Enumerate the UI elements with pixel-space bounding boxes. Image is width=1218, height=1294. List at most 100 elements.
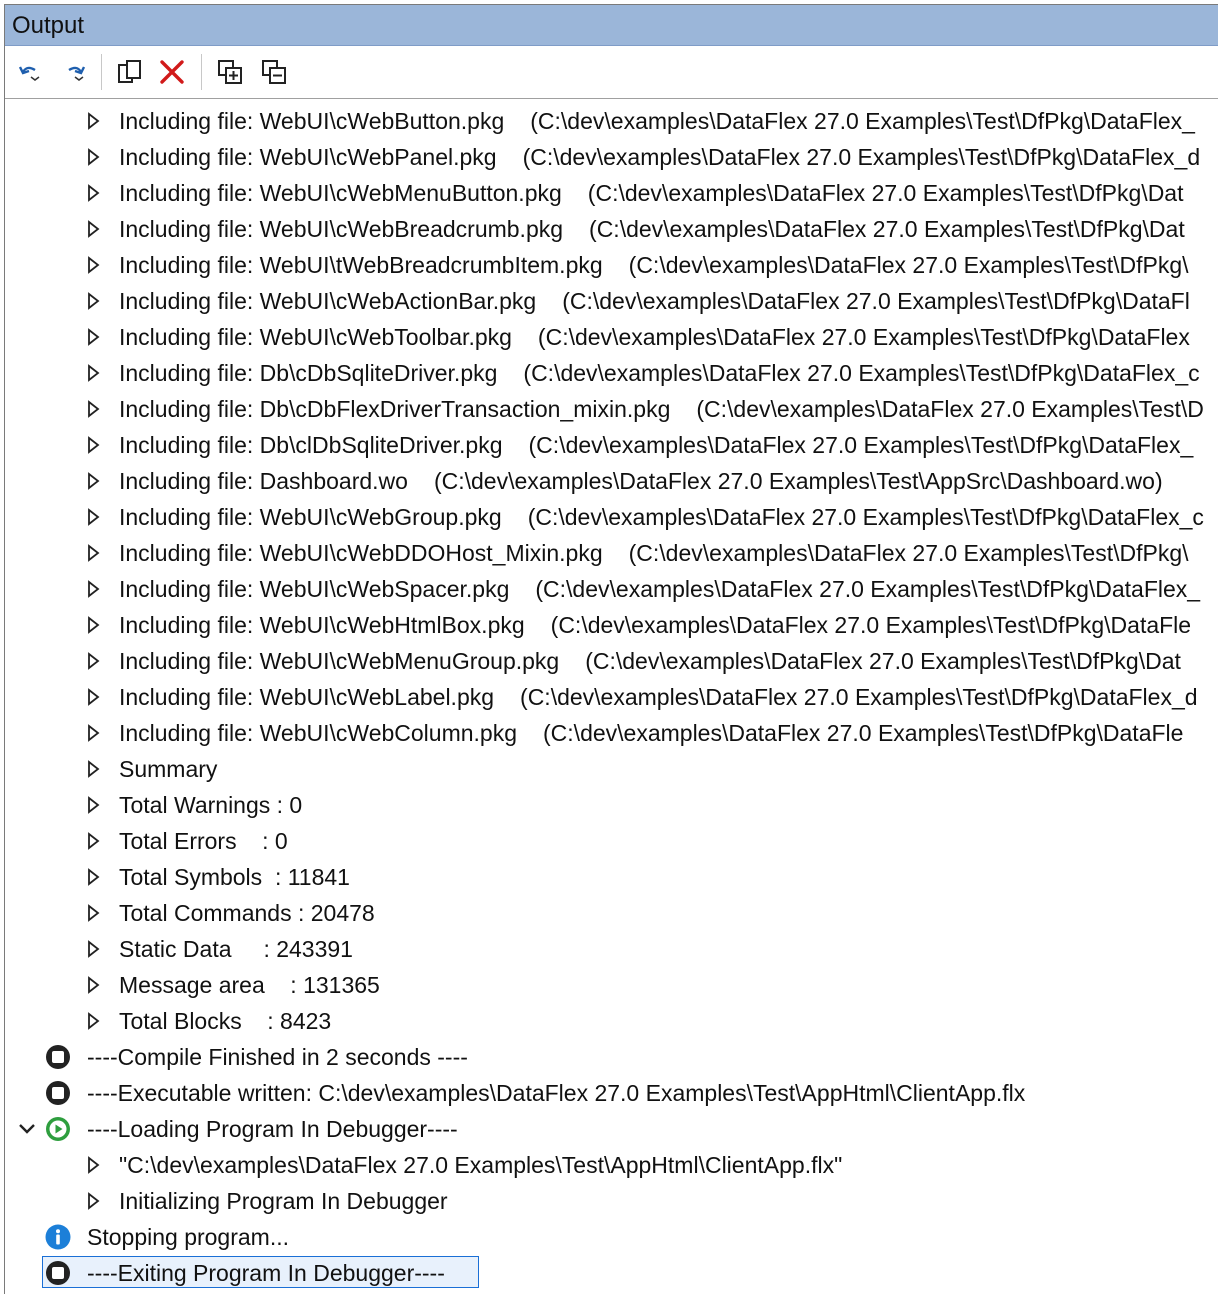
include-label: Including file: Db\clDbSqliteDriver.pkg bbox=[119, 432, 503, 458]
expand-triangle-icon[interactable] bbox=[83, 255, 103, 275]
include-text: Including file: Dashboard.wo (C:\dev\exam… bbox=[119, 463, 1163, 499]
include-label: Including file: WebUI\tWebBreadcrumbItem… bbox=[119, 252, 603, 278]
include-path: (C:\dev\examples\DataFlex 27.0 Examples\… bbox=[528, 432, 1194, 458]
copy-button[interactable] bbox=[113, 55, 147, 89]
include-text: Including file: WebUI\cWebPanel.pkg (C:\d… bbox=[119, 139, 1200, 175]
expand-triangle-icon[interactable] bbox=[83, 795, 103, 815]
loading-child-text: "C:\dev\examples\DataFlex 27.0 Examples\… bbox=[119, 1152, 843, 1178]
include-label: Including file: WebUI\cWebBreadcrumb.pkg bbox=[119, 216, 564, 242]
toolbar-separator bbox=[201, 54, 202, 90]
include-text: Including file: WebUI\cWebMenuGroup.pkg (… bbox=[119, 643, 1181, 679]
include-path: (C:\dev\examples\DataFlex 27.0 Examples\… bbox=[537, 324, 1190, 350]
status-text: Stopping program... bbox=[87, 1224, 290, 1250]
expand-all-button[interactable] bbox=[213, 55, 247, 89]
loading-child-text: Initializing Program In Debugger bbox=[119, 1188, 448, 1214]
include-text: Including file: WebUI\cWebMenuButton.pkg… bbox=[119, 175, 1183, 211]
include-label: Including file: WebUI\cWebMenuButton.pkg bbox=[119, 180, 562, 206]
panel-header: Output bbox=[5, 5, 1218, 46]
summary-text: Static Data : 243391 bbox=[119, 936, 353, 962]
include-text: Including file: Db\clDbSqliteDriver.pkg (… bbox=[119, 427, 1193, 463]
expand-triangle-icon[interactable] bbox=[83, 867, 103, 887]
expand-triangle-icon[interactable] bbox=[83, 435, 103, 455]
include-label: Including file: WebUI\cWebDDOHost_Mixin.… bbox=[119, 540, 603, 566]
expand-triangle-icon[interactable] bbox=[83, 363, 103, 383]
include-label: Including file: WebUI\cWebHtmlBox.pkg bbox=[119, 612, 525, 638]
include-path: (C:\dev\examples\DataFlex 27.0 Examples\… bbox=[523, 360, 1200, 386]
include-label: Including file: Dashboard.wo bbox=[119, 468, 408, 494]
summary-text: Total Symbols : 11841 bbox=[119, 864, 350, 890]
redo-arrow-button[interactable] bbox=[57, 55, 91, 89]
expand-triangle-icon[interactable] bbox=[83, 147, 103, 167]
include-label: Including file: WebUI\cWebColumn.pkg bbox=[119, 720, 518, 746]
expand-all-icon bbox=[218, 60, 242, 84]
include-text: Including file: Db\cDbSqliteDriver.pkg (C… bbox=[119, 355, 1200, 391]
include-text: Including file: WebUI\cWebActionBar.pkg (… bbox=[119, 283, 1190, 319]
expand-triangle-icon[interactable] bbox=[83, 579, 103, 599]
include-text: Including file: WebUI\cWebBreadcrumb.pkg… bbox=[119, 211, 1185, 247]
expand-triangle-icon[interactable] bbox=[83, 903, 103, 923]
include-path: (C:\dev\examples\DataFlex 27.0 Examples\… bbox=[696, 396, 1204, 422]
panel-title: Output bbox=[12, 12, 85, 39]
include-text: Including file: WebUI\cWebToolbar.pkg (C:… bbox=[119, 319, 1190, 355]
output-tree: Including file: WebUI\cWebButton.pkg (C:\… bbox=[5, 99, 1218, 1294]
include-text: Including file: WebUI\cWebColumn.pkg (C:\… bbox=[119, 715, 1183, 751]
expand-triangle-icon[interactable] bbox=[83, 759, 103, 779]
summary-text: Message area : 131365 bbox=[119, 972, 380, 998]
include-path: (C:\dev\examples\DataFlex 27.0 Examples\… bbox=[433, 468, 1163, 494]
expand-triangle-icon[interactable] bbox=[83, 543, 103, 563]
toolbar-separator bbox=[101, 54, 102, 90]
include-label: Including file: WebUI\cWebGroup.pkg bbox=[119, 504, 502, 530]
include-path: (C:\dev\examples\DataFlex 27.0 Examples\… bbox=[535, 576, 1201, 602]
include-text: Including file: WebUI\cWebDDOHost_Mixin.… bbox=[119, 535, 1189, 571]
include-path: (C:\dev\examples\DataFlex 27.0 Examples\… bbox=[550, 612, 1192, 638]
expand-triangle-icon[interactable] bbox=[83, 975, 103, 995]
include-path: (C:\dev\examples\DataFlex 27.0 Examples\… bbox=[585, 648, 1181, 674]
include-text: Including file: Db\cDbFlexDriverTransact… bbox=[119, 391, 1204, 427]
collapse-all-button[interactable] bbox=[257, 55, 291, 89]
chevron-down-icon[interactable] bbox=[17, 1120, 37, 1138]
expand-triangle-icon[interactable] bbox=[83, 831, 103, 851]
expand-triangle-icon[interactable] bbox=[83, 507, 103, 527]
copy-icon bbox=[118, 60, 141, 83]
expand-triangle-icon[interactable] bbox=[83, 723, 103, 743]
expand-triangle-icon[interactable] bbox=[83, 399, 103, 419]
expand-triangle-icon[interactable] bbox=[83, 687, 103, 707]
status-text: ----Compile Finished in 2 seconds ---- bbox=[87, 1044, 468, 1070]
summary-text: Total Errors : 0 bbox=[119, 828, 288, 854]
stop-square-icon bbox=[46, 1045, 70, 1069]
expand-triangle-icon[interactable] bbox=[83, 291, 103, 311]
include-label: Including file: WebUI\cWebToolbar.pkg bbox=[119, 324, 512, 350]
status-text: ----Exiting Program In Debugger---- bbox=[87, 1260, 445, 1286]
include-path: (C:\dev\examples\DataFlex 27.0 Examples\… bbox=[562, 288, 1190, 314]
include-text: Including file: WebUI\cWebButton.pkg (C:\… bbox=[119, 103, 1195, 139]
expand-triangle-icon[interactable] bbox=[83, 1011, 103, 1031]
include-path: (C:\dev\examples\DataFlex 27.0 Examples\… bbox=[589, 216, 1185, 242]
expand-triangle-icon[interactable] bbox=[83, 1191, 103, 1211]
summary-text: Total Blocks : 8423 bbox=[119, 1008, 332, 1034]
include-path: (C:\dev\examples\DataFlex 27.0 Examples\… bbox=[543, 720, 1184, 746]
include-path: (C:\dev\examples\DataFlex 27.0 Examples\… bbox=[527, 504, 1204, 530]
expand-triangle-icon[interactable] bbox=[83, 183, 103, 203]
status-text: ----Executable written: C:\dev\examples\… bbox=[87, 1080, 1026, 1106]
summary-text: Summary bbox=[119, 756, 218, 782]
include-label: Including file: WebUI\cWebLabel.pkg bbox=[119, 684, 495, 710]
expand-triangle-icon[interactable] bbox=[83, 651, 103, 671]
delete-button[interactable] bbox=[155, 55, 189, 89]
summary-text: Total Warnings : 0 bbox=[119, 792, 303, 818]
expand-triangle-icon[interactable] bbox=[83, 615, 103, 635]
expand-triangle-icon[interactable] bbox=[83, 471, 103, 491]
undo-arrow-button[interactable] bbox=[13, 55, 47, 89]
include-path: (C:\dev\examples\DataFlex 27.0 Examples\… bbox=[530, 108, 1195, 134]
redo-arrow-icon bbox=[68, 66, 86, 81]
expand-triangle-icon[interactable] bbox=[83, 1155, 103, 1175]
output-toolbar bbox=[5, 46, 1218, 99]
expand-triangle-icon[interactable] bbox=[83, 219, 103, 239]
output-panel: Output Including file: WebUI\cWebButton.… bbox=[4, 4, 1218, 1294]
delete-icon bbox=[160, 60, 184, 84]
expand-triangle-icon[interactable] bbox=[83, 111, 103, 131]
include-path: (C:\dev\examples\DataFlex 27.0 Examples\… bbox=[522, 144, 1201, 170]
expand-triangle-icon[interactable] bbox=[83, 327, 103, 347]
expand-triangle-icon[interactable] bbox=[83, 939, 103, 959]
summary-text: Total Commands : 20478 bbox=[119, 900, 375, 926]
include-label: Including file: WebUI\cWebButton.pkg bbox=[119, 108, 505, 134]
